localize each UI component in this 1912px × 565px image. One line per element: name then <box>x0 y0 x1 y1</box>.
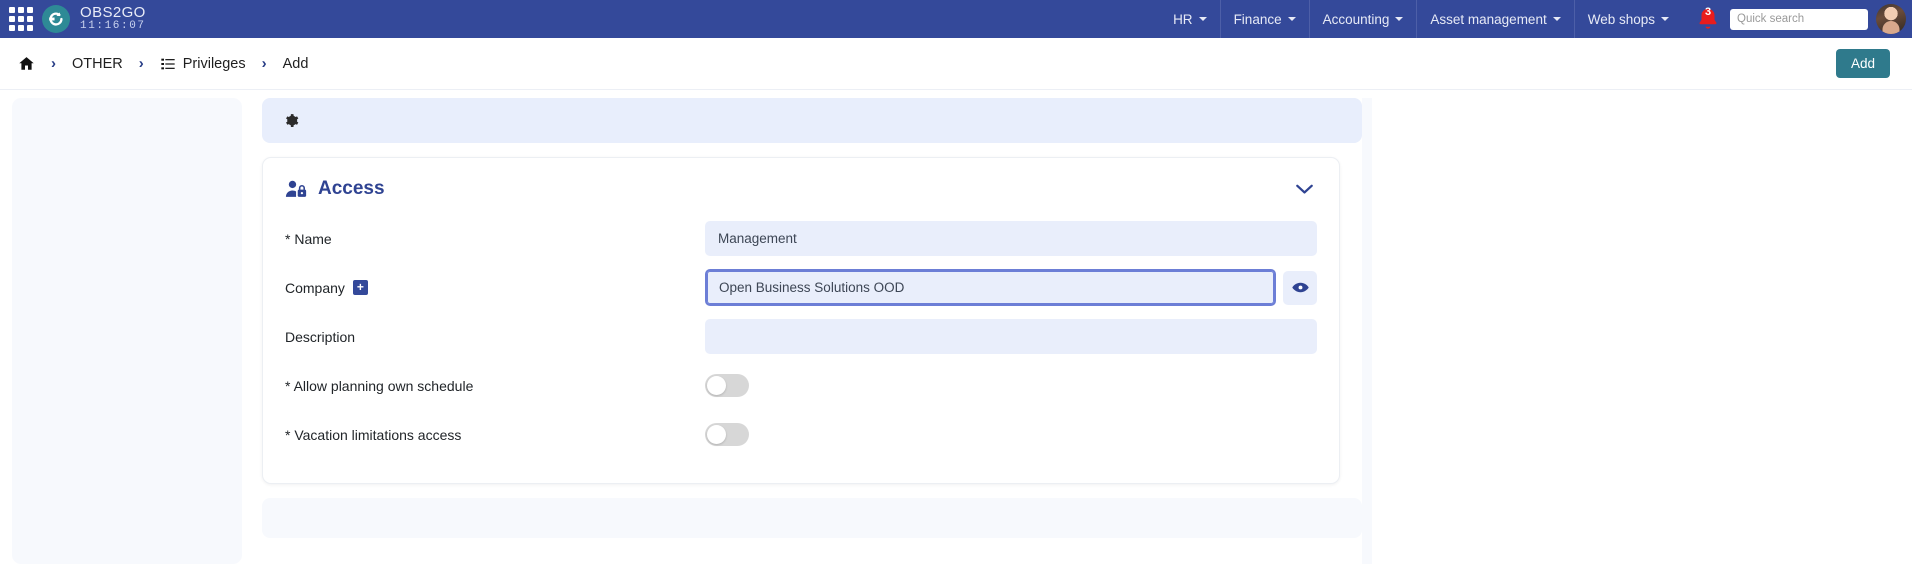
field-control <box>705 319 1317 354</box>
access-card: Access * Name Company <box>262 157 1340 484</box>
field-label-text: * Allow planning own schedule <box>285 377 474 394</box>
breadcrumb-item-privileges[interactable]: Privileges <box>156 56 250 72</box>
field-label: Description <box>285 329 705 345</box>
form-row-name: * Name <box>285 214 1317 263</box>
field-control <box>705 269 1317 306</box>
breadcrumb-label: Add <box>282 55 309 72</box>
chevron-down-icon <box>1287 17 1296 21</box>
chevron-down-icon <box>1395 17 1404 21</box>
field-control <box>705 374 1317 397</box>
description-input[interactable] <box>705 319 1317 354</box>
obs2go-logo-icon[interactable] <box>42 5 70 33</box>
page-body: Access * Name Company <box>0 90 1912 564</box>
add-company-icon[interactable]: + <box>352 280 368 295</box>
form-row-allow-planning-own-schedule: * Allow planning own schedule <box>285 361 1317 410</box>
right-rail <box>1362 98 1372 564</box>
nav-item-finance[interactable]: Finance <box>1219 0 1309 38</box>
sidebar-panel <box>12 98 242 564</box>
chevron-right-icon: › <box>261 55 267 72</box>
vacation-limitations-access-toggle[interactable] <box>705 423 749 446</box>
nav-item-label: Web shops <box>1587 11 1655 27</box>
main-content: Access * Name Company <box>248 90 1912 564</box>
brand-block: OBS2GO 11:16:07 <box>80 5 146 32</box>
nav-item-asset-management[interactable]: Asset management <box>1416 0 1573 38</box>
name-input[interactable] <box>705 221 1317 256</box>
nav-item-label: Asset management <box>1430 11 1547 27</box>
breadcrumb-label: Privileges <box>182 55 246 72</box>
chevron-down-icon <box>1198 17 1207 21</box>
field-label-text: Company <box>285 279 345 296</box>
user-lock-icon <box>285 179 308 200</box>
breadcrumb-item-add[interactable]: Add <box>279 56 313 72</box>
field-control <box>705 423 1317 446</box>
chevron-down-icon[interactable] <box>1296 184 1317 195</box>
page-title: Access <box>318 178 385 199</box>
eye-icon <box>1291 282 1309 293</box>
chevron-right-icon: › <box>51 55 56 72</box>
nav-item-label: Accounting <box>1322 11 1390 27</box>
company-input[interactable] <box>705 269 1276 306</box>
brand-title: OBS2GO <box>80 4 146 22</box>
form-row-vacation-limitations-access: * Vacation limitations access <box>285 410 1317 459</box>
field-control <box>705 221 1317 256</box>
list-icon <box>161 58 175 69</box>
add-button[interactable]: Add <box>1835 49 1890 78</box>
allow-planning-own-schedule-toggle[interactable] <box>705 374 749 397</box>
notifications-button[interactable]: 3 <box>1688 0 1728 38</box>
nav-item-accounting[interactable]: Accounting <box>1308 0 1417 38</box>
bell-icon <box>1699 8 1717 29</box>
avatar[interactable] <box>1876 4 1906 34</box>
nav-item-label: Finance <box>1233 11 1282 27</box>
field-label-text: Description <box>285 328 356 345</box>
top-navbar: OBS2GO 11:16:07 HR Finance Accounting As… <box>0 0 1912 38</box>
access-card-header: Access <box>285 174 1317 214</box>
chevron-down-icon <box>1552 17 1561 21</box>
field-label: * Name <box>285 231 705 247</box>
field-label-text: * Vacation limitations access <box>285 426 462 443</box>
main-menu: HR Finance Accounting Asset management W… <box>1160 0 1682 38</box>
field-label: * Allow planning own schedule <box>285 378 705 394</box>
field-label: * Vacation limitations access <box>285 427 705 443</box>
sidebar <box>0 90 248 564</box>
home-icon <box>19 57 34 70</box>
form-row-description: Description <box>285 312 1317 361</box>
view-company-button[interactable] <box>1283 270 1317 305</box>
chevron-down-icon <box>1661 17 1669 21</box>
form-toolbar <box>262 98 1362 143</box>
nav-item-web-shops[interactable]: Web shops <box>1573 0 1682 38</box>
field-label-text: * Name <box>285 230 332 247</box>
chevron-right-icon: › <box>138 55 144 72</box>
nav-item-hr[interactable]: HR <box>1160 0 1220 38</box>
form-row-company: Company + <box>285 263 1317 312</box>
gear-icon[interactable] <box>284 113 299 128</box>
bottom-panel <box>262 498 1362 538</box>
breadcrumb: › OTHER › Privileges › Add Add <box>0 38 1912 90</box>
breadcrumb-item-other[interactable]: OTHER <box>68 56 127 72</box>
nav-item-label: HR <box>1173 11 1193 27</box>
breadcrumb-home[interactable] <box>14 55 39 72</box>
apps-grid-icon[interactable] <box>8 6 34 32</box>
breadcrumb-label: OTHER <box>72 55 123 72</box>
field-label: Company + <box>285 280 705 296</box>
brand-clock: 11:16:07 <box>80 20 146 33</box>
search-input[interactable] <box>1730 8 1868 30</box>
